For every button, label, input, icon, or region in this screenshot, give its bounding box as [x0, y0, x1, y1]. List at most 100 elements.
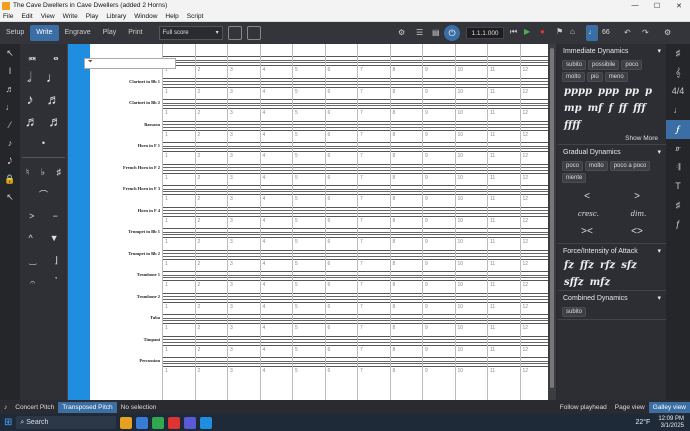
settings-gear-icon[interactable]: ⚙: [664, 28, 671, 37]
bend-icon[interactable]: ⌋: [54, 255, 58, 266]
quarter-note-icon[interactable]: ♩: [46, 69, 60, 85]
maximize-button[interactable]: ☐: [646, 2, 668, 10]
marcato-icon[interactable]: ^: [28, 233, 32, 243]
score-scrollbar[interactable]: [548, 44, 556, 400]
menu-script[interactable]: Script: [187, 13, 204, 20]
sharp-icon[interactable]: ♯: [57, 167, 62, 177]
menu-view[interactable]: View: [41, 13, 55, 20]
diminuendo-hairpin-icon[interactable]: >: [634, 191, 640, 202]
messa-di-voce-icon[interactable]: ><: [581, 226, 593, 237]
dot-icon[interactable]: •: [42, 138, 45, 148]
click-icon[interactable]: ⚑: [556, 27, 563, 36]
chord-symbol-icon[interactable]: ♯: [666, 196, 690, 215]
crescendo-hairpin-icon[interactable]: <: [584, 191, 590, 202]
cresc-button[interactable]: cresc.: [578, 210, 599, 218]
menu-window[interactable]: Window: [134, 13, 157, 20]
close-button[interactable]: ✕: [668, 2, 690, 10]
minimize-button[interactable]: —: [624, 2, 646, 9]
score-canvas[interactable]: English HornClarinet in Bb 1Clarinet in …: [90, 44, 556, 400]
ornaments-icon[interactable]: 𝆖: [666, 139, 690, 158]
chip-poco[interactable]: poco: [621, 60, 643, 70]
tab-write[interactable]: Write: [30, 25, 59, 41]
tab-play[interactable]: Play: [97, 25, 123, 41]
slur-icon[interactable]: ⌒: [39, 188, 48, 201]
rewind-icon[interactable]: ⏮: [510, 27, 517, 37]
playing-technique-icon[interactable]: ƒ: [666, 215, 690, 234]
menu-help[interactable]: Help: [165, 13, 178, 20]
weather-temp[interactable]: 22°F: [635, 419, 650, 426]
chip-poco-a-poco[interactable]: poco a poco: [609, 161, 651, 171]
repeat-icon[interactable]: 𝄇: [666, 158, 690, 177]
mixer-faders-icon[interactable]: ☰: [416, 28, 423, 37]
section-header[interactable]: Force/Intensity of Attack ▾: [558, 244, 666, 258]
whole-note-icon[interactable]: 𝅝: [53, 47, 59, 64]
grace-note-icon[interactable]: 𝅘𝅥𝅮: [0, 152, 20, 170]
undo-icon[interactable]: ↶: [624, 28, 631, 37]
dynamic-ffff[interactable]: ffff: [564, 120, 581, 131]
taskbar-app-icon[interactable]: [184, 416, 197, 429]
menu-write[interactable]: Write: [63, 13, 78, 20]
filter-box[interactable]: ⏷: [84, 58, 176, 69]
dynamic-rfz[interactable]: rfz: [600, 260, 615, 271]
chord-icon[interactable]: ♬: [0, 80, 20, 98]
fermata-icon[interactable]: 𝄐: [30, 277, 35, 288]
menu-file[interactable]: File: [3, 13, 13, 20]
thirty-second-note-icon[interactable]: ♬: [25, 113, 39, 129]
accent-icon[interactable]: >: [29, 211, 34, 221]
flat-icon[interactable]: ♭: [41, 167, 45, 178]
play-icon[interactable]: ▶: [524, 27, 530, 36]
scrollbar-thumb[interactable]: [550, 48, 554, 388]
note-input-icon[interactable]: ♪: [0, 402, 11, 413]
chip-molto[interactable]: molto: [585, 161, 608, 171]
rhythm-icon[interactable]: ♪: [0, 134, 20, 152]
natural-icon[interactable]: ♮: [26, 167, 29, 178]
chip-poco[interactable]: poco: [562, 161, 584, 171]
tenuto-icon[interactable]: −: [53, 211, 58, 221]
dynamic-p[interactable]: p: [645, 86, 652, 97]
key-signature-icon[interactable]: ♯: [666, 44, 690, 63]
breve-icon[interactable]: 𝅜: [28, 47, 36, 64]
power-icon[interactable]: ⏻: [444, 25, 460, 41]
dynamic-sffz[interactable]: sffz: [564, 277, 584, 288]
taskbar-app-icon[interactable]: [136, 416, 149, 429]
page-view-button[interactable]: Page view: [611, 402, 649, 413]
metronome-icon[interactable]: ⌂: [570, 27, 575, 36]
mixer-icon[interactable]: ⚙: [398, 28, 405, 37]
dynamic-ppp[interactable]: ppp: [598, 86, 619, 97]
section-header[interactable]: Gradual Dynamics ▾: [558, 145, 666, 159]
half-note-icon[interactable]: 𝅗𝅥: [27, 69, 31, 86]
tab-engrave[interactable]: Engrave: [59, 25, 97, 41]
taskbar-app-icon[interactable]: [200, 416, 213, 429]
tie-icon[interactable]: ‿: [29, 255, 36, 266]
chip-subito[interactable]: subito: [562, 60, 587, 70]
tab-layout-icon[interactable]: [246, 26, 261, 40]
transposed-pitch-button[interactable]: Transposed Pitch: [58, 402, 117, 413]
tempo-value[interactable]: 66: [602, 29, 610, 36]
chip-piu[interactable]: più: [586, 72, 603, 82]
sixty-fourth-note-icon[interactable]: ♬: [48, 113, 62, 129]
clock[interactable]: 12:09 PM 3/1/2025: [658, 416, 684, 430]
dynamic-f[interactable]: f: [608, 103, 612, 114]
chip-subito[interactable]: subito: [562, 307, 587, 317]
window-layout-icon[interactable]: [227, 26, 242, 40]
show-more-button[interactable]: Show More: [558, 133, 666, 144]
sixteenth-note-icon[interactable]: ♬: [47, 91, 61, 107]
force-duration-icon[interactable]: ♩: [0, 98, 20, 116]
chip-meno[interactable]: meno: [604, 72, 628, 82]
dynamic-ffz[interactable]: ffz: [580, 260, 594, 271]
concert-pitch-button[interactable]: Concert Pitch: [11, 402, 58, 413]
menu-edit[interactable]: Edit: [21, 13, 32, 20]
layout-select[interactable]: Full score ▾: [158, 26, 223, 40]
dynamics-icon[interactable]: 𝆑: [666, 120, 690, 139]
section-header[interactable]: Immediate Dynamics ▾: [558, 44, 666, 58]
dim-button[interactable]: dim.: [631, 210, 647, 218]
menu-library[interactable]: Library: [106, 13, 126, 20]
text-icon[interactable]: T: [666, 177, 690, 196]
chip-molto[interactable]: molto: [562, 72, 585, 82]
dynamic-mfz[interactable]: mfz: [590, 277, 611, 288]
record-icon[interactable]: ●: [540, 27, 545, 36]
cursor-icon[interactable]: ↖: [0, 188, 20, 206]
section-header[interactable]: Combined Dynamics ▾: [558, 291, 666, 305]
tab-print[interactable]: Print: [122, 25, 148, 41]
dynamic-mp[interactable]: mp: [564, 103, 582, 114]
